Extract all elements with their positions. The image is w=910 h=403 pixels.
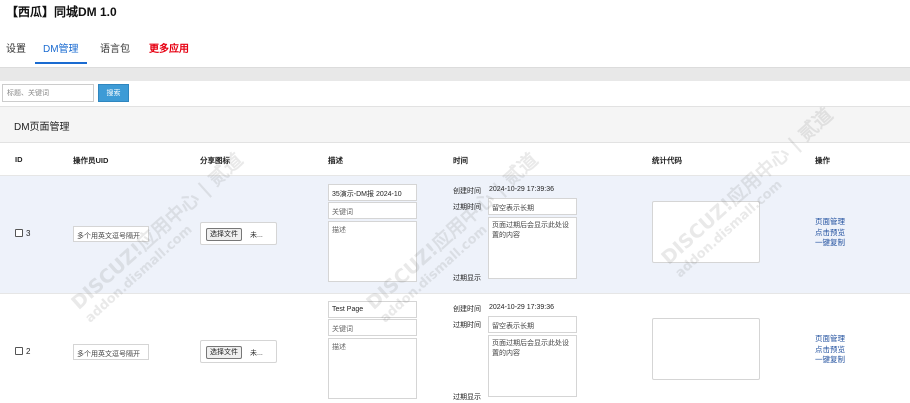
row-id: 2 (26, 347, 31, 356)
uid-input[interactable]: 多个用英文逗号隔开 (73, 344, 149, 360)
title-input[interactable]: Test Page (328, 301, 417, 318)
th-description: 描述 (328, 156, 343, 165)
toolbar-divider (0, 67, 910, 81)
stat-code-textarea[interactable] (652, 201, 760, 263)
copy-link[interactable]: 一键复制 (815, 238, 845, 249)
table-row: 2 多个用英文逗号隔开 选择文件 未... Test Page 关键词 描述 创… (0, 294, 910, 403)
expire-label: 过期时间 (453, 204, 481, 211)
expire-message-textarea[interactable]: 页面过期后会显示此处设置的内容 (488, 217, 577, 279)
file-status: 未... (250, 232, 263, 239)
title-input[interactable]: 35演示-DM报 2024-10 (328, 184, 417, 201)
th-actions: 操作 (815, 156, 830, 165)
row-actions: 页面管理 点击预览 一键复制 (815, 334, 845, 366)
search-button[interactable]: 搜索 (98, 84, 129, 102)
dm-panel: DM页面管理 ID 操作员UID 分享图标 描述 时间 统计代码 操作 3 多个… (0, 106, 910, 403)
app-title: 【西瓜】同城DM 1.0 (6, 5, 117, 19)
description-textarea[interactable]: 描述 (328, 338, 417, 399)
active-tab-indicator (35, 62, 87, 64)
uid-input[interactable]: 多个用英文逗号隔开 (73, 226, 149, 242)
preview-link[interactable]: 点击预览 (815, 228, 845, 239)
th-id: ID (15, 155, 23, 164)
keyword-input[interactable]: 关键词 (328, 319, 417, 336)
row-checkbox[interactable] (15, 347, 23, 355)
expire-show-label: 过期显示 (453, 394, 481, 401)
panel-title: DM页面管理 (0, 107, 910, 143)
share-icon-file-picker[interactable]: 选择文件 未... (200, 222, 277, 245)
copy-link[interactable]: 一键复制 (815, 355, 845, 366)
file-status: 未... (250, 350, 263, 357)
description-textarea[interactable]: 描述 (328, 221, 417, 282)
tab-settings[interactable]: 设置 (6, 40, 26, 55)
th-stat-code: 统计代码 (652, 156, 682, 165)
expire-label: 过期时间 (453, 322, 481, 329)
keyword-input[interactable]: 关键词 (328, 202, 417, 219)
th-time: 时间 (453, 156, 468, 165)
expire-message-textarea[interactable]: 页面过期后会显示此处设置的内容 (488, 335, 577, 397)
created-label: 创建时间 (453, 188, 481, 195)
choose-file-button[interactable]: 选择文件 (206, 228, 242, 241)
tab-dm-manage[interactable]: DM管理 (43, 40, 79, 55)
row-id: 3 (26, 229, 31, 238)
tab-bar: 设置 DM管理 语言包 更多应用 (0, 34, 910, 66)
row-actions: 页面管理 点击预览 一键复制 (815, 217, 845, 249)
tab-language-pack[interactable]: 语言包 (100, 40, 130, 55)
search-input[interactable] (2, 84, 94, 102)
tab-more-apps[interactable]: 更多应用 (149, 40, 189, 55)
page-manage-link[interactable]: 页面管理 (815, 217, 845, 228)
preview-link[interactable]: 点击预览 (815, 345, 845, 356)
stat-code-textarea[interactable] (652, 318, 760, 380)
th-share-icon: 分享图标 (200, 156, 230, 165)
expire-time-input[interactable]: 留空表示长期 (488, 316, 577, 333)
th-uid: 操作员UID (73, 156, 109, 165)
table-header: ID 操作员UID 分享图标 描述 时间 统计代码 操作 (0, 144, 910, 176)
expire-show-label: 过期显示 (453, 275, 481, 282)
row-checkbox[interactable] (15, 229, 23, 237)
created-value: 2024-10-29 17:39:36 (489, 304, 554, 311)
table-row: 3 多个用英文逗号隔开 选择文件 未... 35演示-DM报 2024-10 关… (0, 176, 910, 294)
page-manage-link[interactable]: 页面管理 (815, 334, 845, 345)
choose-file-button[interactable]: 选择文件 (206, 346, 242, 359)
created-value: 2024-10-29 17:39:36 (489, 186, 554, 193)
share-icon-file-picker[interactable]: 选择文件 未... (200, 340, 277, 363)
expire-time-input[interactable]: 留空表示长期 (488, 198, 577, 215)
created-label: 创建时间 (453, 306, 481, 313)
